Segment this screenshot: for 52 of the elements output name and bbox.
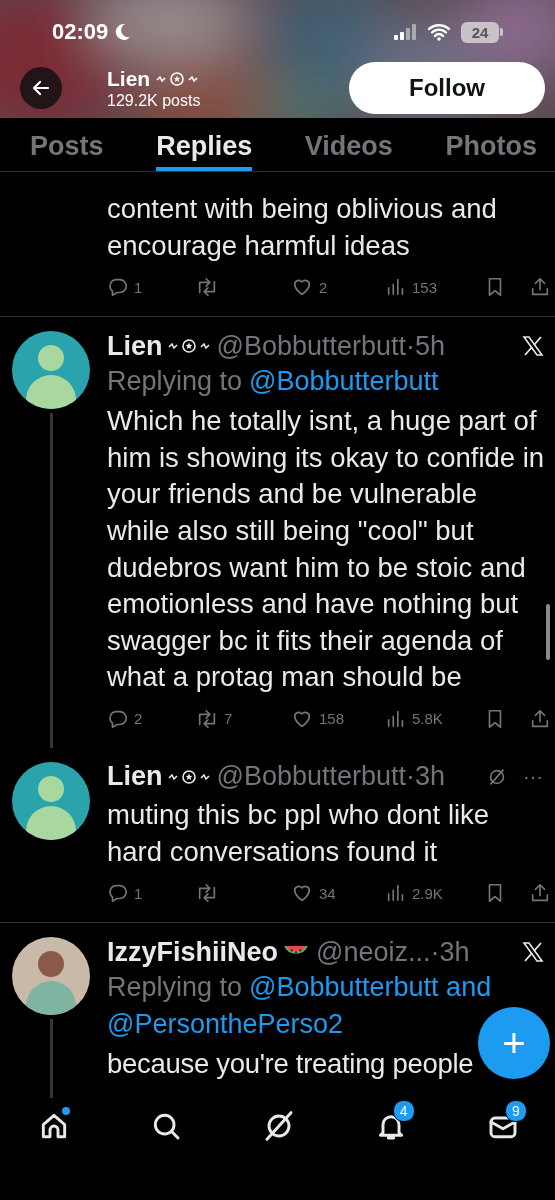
author-name[interactable]: Lien (107, 330, 163, 362)
reply-icon[interactable] (107, 276, 129, 299)
tab[interactable]: Replies (156, 118, 253, 171)
replying-label: Replying to (107, 365, 243, 399)
views-count: 5.8K (412, 710, 443, 728)
author-handle[interactable]: @Bobbutterbutt (216, 761, 407, 793)
scroll-bar (546, 604, 550, 660)
count-badge: 4 (392, 1100, 415, 1122)
author-handle[interactable]: @neoiz... (316, 936, 431, 968)
post-text: content with being oblivious and encourage harmful ideas (107, 192, 498, 263)
reply-count: 1 (134, 884, 143, 902)
reply-count: 2 (134, 710, 143, 728)
decoration-icon (167, 338, 210, 355)
views-count: 2.9K (412, 884, 443, 902)
replying-label: Replying to (107, 971, 243, 1005)
tab[interactable]: Videos (304, 118, 393, 171)
post-text: muting this bc ppl who dont like hard conversations found it (107, 797, 491, 869)
mention-link[interactable]: @PersonthePerso2 (107, 1006, 344, 1044)
back-arrow-icon (31, 78, 51, 98)
x-logo-icon[interactable] (521, 334, 545, 359)
repost-count: 7 (224, 710, 233, 728)
mention-link[interactable]: @Bobbutterbutt (249, 363, 439, 401)
author-handle[interactable]: @Bobbutterbutt (216, 330, 407, 362)
views-count: 153 (412, 278, 438, 296)
signal-icon (393, 23, 419, 41)
decoration-icon (156, 70, 199, 87)
author-name[interactable]: Lien (107, 761, 163, 793)
count-badge: 9 (505, 1100, 527, 1122)
post-text: because you're treating people (107, 1047, 475, 1082)
post-text: Which he totally isnt, a huge part of him is showing its okay to confide in your friends and be vulnerable while also still being "cool" but dudebros want him to be stoic and emotionless and have nothing but swagger bc it fits their agenda of what a protag man should be (107, 404, 545, 695)
post-time: ·3h (430, 936, 470, 968)
post-time: ·5h (406, 330, 446, 362)
clock-time: 02:09 (52, 19, 109, 45)
tab[interactable]: Posts (30, 118, 104, 171)
mention-link[interactable]: @Bobbutterbutt and (249, 969, 492, 1007)
post-time: ·3h (406, 761, 446, 793)
more-button[interactable]: ··· (521, 765, 545, 789)
share-icon[interactable] (529, 707, 551, 730)
wifi-icon (427, 23, 451, 41)
follow-button[interactable]: Follow (349, 62, 545, 114)
decoration-icon (167, 768, 210, 785)
like-count: 158 (319, 710, 345, 728)
x-logo-icon[interactable] (521, 940, 545, 965)
tab[interactable]: Photos (445, 118, 537, 171)
author-name[interactable]: IzzyFishiiNeo (107, 936, 279, 968)
like-count: 2 (319, 278, 328, 296)
like-count: 34 (319, 884, 336, 902)
slashed-circle-icon[interactable] (262, 1110, 295, 1142)
profile-name: Lien (107, 66, 151, 91)
reply-icon[interactable] (107, 882, 129, 905)
reply-count: 1 (134, 278, 143, 296)
post-count: 129.2K posts (107, 90, 202, 110)
